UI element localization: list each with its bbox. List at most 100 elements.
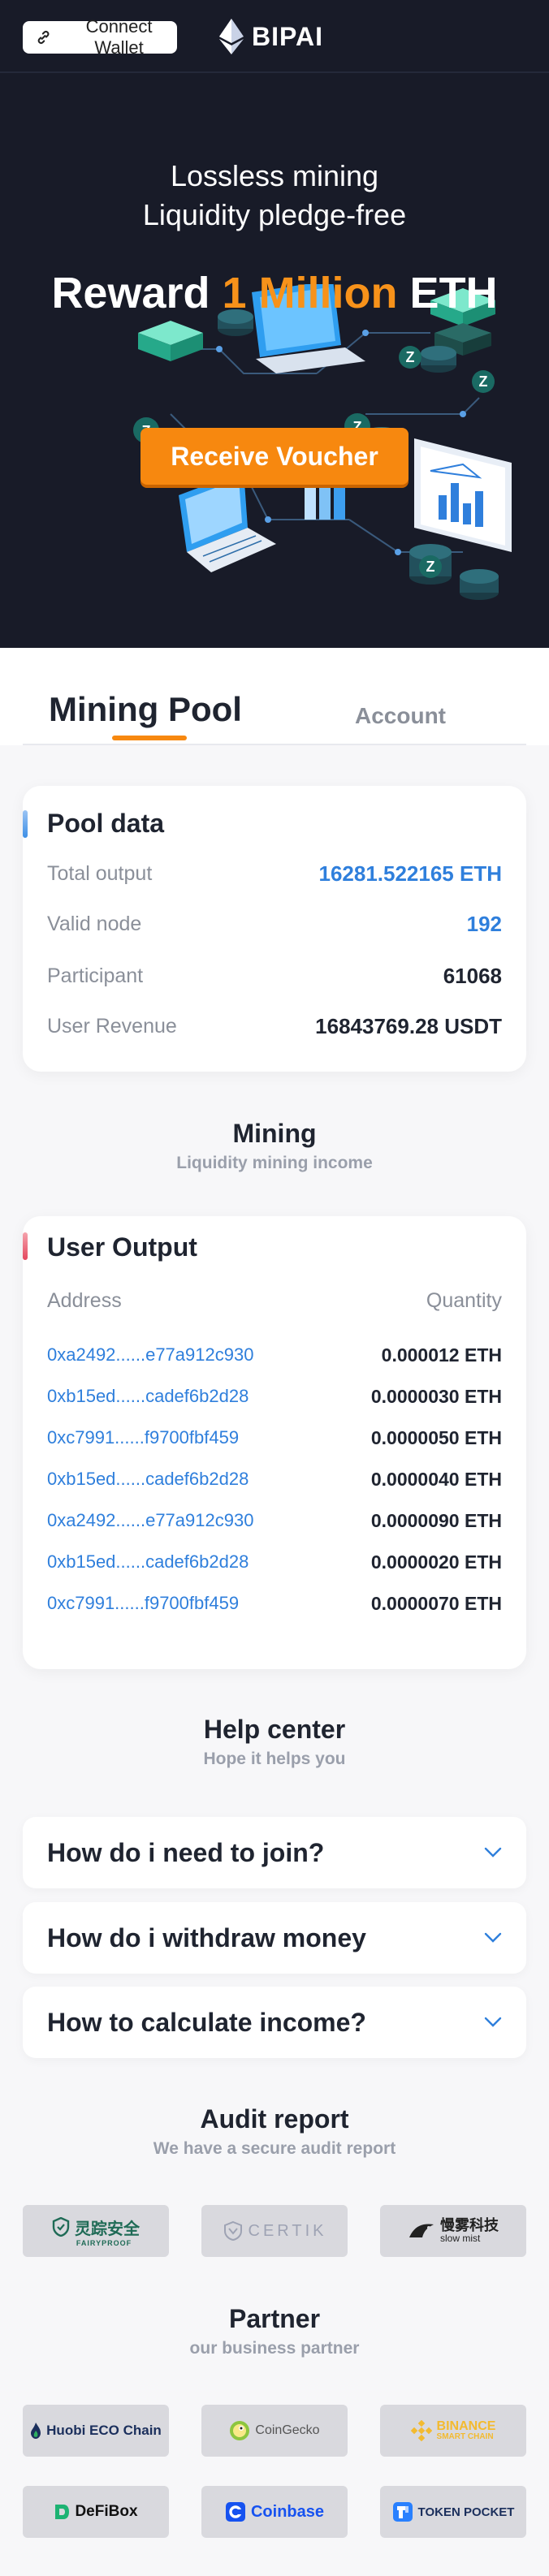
logo-subtext: FAIRYPROOF xyxy=(76,2238,132,2247)
output-row: 0xb15ed......cadef6b2d28 0.0000020 ETH xyxy=(47,1548,502,1576)
partner-logo-tokenpocket[interactable]: TOKEN POCKET xyxy=(380,2486,526,2538)
receive-voucher-button[interactable]: Receive Voucher xyxy=(140,428,409,485)
partner-subtitle: our business partner xyxy=(189,2339,360,2358)
output-quantity: 0.0000040 ETH xyxy=(370,1468,502,1490)
stat-row-user-revenue: User Revenue 16843769.28 USDT xyxy=(47,1010,502,1042)
audit-logo-fairyproof[interactable]: 灵踪安全 FAIRYPROOF xyxy=(23,2205,169,2257)
hero-title-post: ETH xyxy=(409,269,498,317)
tab-bar: Mining Pool Account xyxy=(0,648,549,745)
hero-title: Reward 1 Million ETH xyxy=(0,268,549,318)
connect-wallet-label: Connect Wallet xyxy=(85,16,153,58)
audit-logo-slowmist[interactable]: 慢雾科技 slow mist xyxy=(380,2205,526,2257)
column-header-address: Address xyxy=(47,1289,122,1312)
svg-text:Z: Z xyxy=(426,559,435,575)
coinbase-icon xyxy=(225,2502,245,2522)
stat-label: Participant xyxy=(47,964,144,987)
mining-title: Mining xyxy=(232,1119,317,1148)
pool-card-accent-bar xyxy=(23,810,28,838)
output-quantity: 0.000012 ETH xyxy=(381,1344,502,1366)
output-address[interactable]: 0xc7991......f9700fbf459 xyxy=(47,1427,239,1448)
hero-line-1: Lossless mining xyxy=(170,159,379,192)
slowmist-icon xyxy=(409,2224,434,2237)
audit-subtitle: We have a secure audit report xyxy=(153,2139,396,2158)
user-output-card: User Output Address Quantity 0xa2492....… xyxy=(23,1216,526,1669)
output-card-accent-bar xyxy=(23,1232,28,1260)
logo-text: CoinGecko xyxy=(255,2423,320,2437)
output-card-title: User Output xyxy=(47,1232,197,1262)
stat-label: User Revenue xyxy=(47,1014,177,1038)
output-row: 0xb15ed......cadef6b2d28 0.0000030 ETH xyxy=(47,1383,502,1410)
partner-logo-coinbase[interactable]: Coinbase xyxy=(201,2486,348,2538)
output-address[interactable]: 0xb15ed......cadef6b2d28 xyxy=(47,1551,249,1573)
logo-text: Coinbase xyxy=(250,2502,325,2521)
connect-wallet-button[interactable]: Connect Wallet xyxy=(23,16,177,58)
certik-shield-icon xyxy=(223,2220,242,2242)
output-address[interactable]: 0xa2492......e77a912c930 xyxy=(47,1344,253,1366)
logo-text: TOKEN POCKET xyxy=(417,2505,515,2519)
help-section-heading: Help center Hope it helps you xyxy=(0,1715,549,1769)
stat-value: 16281.522165 ETH xyxy=(318,861,502,886)
help-subtitle: Hope it helps you xyxy=(203,1750,346,1768)
logo-text: Huobi ECO Chain xyxy=(46,2423,162,2438)
svg-text:Z: Z xyxy=(479,373,488,390)
ethereum-icon xyxy=(219,19,244,54)
pool-card-title: Pool data xyxy=(47,809,165,838)
logo-text: BINANCE xyxy=(436,2419,496,2433)
audit-section-heading: Audit report We have a secure audit repo… xyxy=(0,2104,549,2159)
output-address[interactable]: 0xc7991......f9700fbf459 xyxy=(47,1593,239,1614)
defibox-icon xyxy=(55,2505,70,2519)
logo-text: DeFiBox xyxy=(75,2503,138,2520)
faq-question: How to calculate income? xyxy=(47,2007,366,2037)
partner-section-heading: Partner our business partner xyxy=(0,2304,549,2358)
chevron-down-icon xyxy=(484,2017,502,2027)
stat-value: 16843769.28 USDT xyxy=(315,1013,502,1038)
partner-logo-defibox[interactable]: DeFiBox xyxy=(23,2486,169,2538)
stat-value: 192 xyxy=(466,911,502,936)
tab-mining-pool[interactable]: Mining Pool xyxy=(49,690,242,729)
active-tab-indicator xyxy=(112,736,187,740)
output-address[interactable]: 0xb15ed......cadef6b2d28 xyxy=(47,1386,249,1407)
partner-logo-binance[interactable]: BINANCE SMART CHAIN xyxy=(380,2405,526,2457)
faq-item-income[interactable]: How to calculate income? xyxy=(23,1987,526,2058)
faq-item-withdraw[interactable]: How do i withdraw money xyxy=(23,1902,526,1974)
mining-subtitle: Liquidity mining income xyxy=(176,1154,373,1172)
stat-label: Total output xyxy=(47,861,153,885)
hero-line-2: Liquidity pledge-free xyxy=(142,198,407,231)
stat-row-total-output: Total output 16281.522165 ETH xyxy=(47,857,502,890)
stat-label: Valid node xyxy=(47,912,142,935)
stat-row-participant: Participant 61068 xyxy=(47,960,502,992)
brand[interactable]: BIPAI xyxy=(219,18,323,55)
partner-logo-coingecko[interactable]: CoinGecko xyxy=(201,2405,348,2457)
partner-title: Partner xyxy=(228,2304,321,2333)
output-quantity: 0.0000090 ETH xyxy=(370,1509,502,1531)
audit-title: Audit report xyxy=(200,2104,349,2134)
tabs-divider xyxy=(23,744,526,745)
output-row: 0xa2492......e77a912c930 0.000012 ETH xyxy=(47,1341,502,1369)
output-address[interactable]: 0xb15ed......cadef6b2d28 xyxy=(47,1469,249,1490)
output-address[interactable]: 0xa2492......e77a912c930 xyxy=(47,1510,253,1531)
binance-icon xyxy=(410,2420,432,2441)
logo-text: CERTIK xyxy=(248,2221,327,2240)
logo-subtext: SMART CHAIN xyxy=(436,2432,494,2441)
help-title: Help center xyxy=(203,1715,346,1744)
stat-value: 61068 xyxy=(443,963,502,988)
svg-text:Z: Z xyxy=(406,349,415,365)
output-row: 0xb15ed......cadef6b2d28 0.0000040 ETH xyxy=(47,1465,502,1493)
mining-section-heading: Mining Liquidity mining income xyxy=(0,1119,549,1173)
chevron-down-icon xyxy=(484,1847,502,1858)
faq-item-join[interactable]: How do i need to join? xyxy=(23,1817,526,1888)
audit-logo-certik[interactable]: CERTIK xyxy=(201,2205,348,2257)
output-quantity: 0.0000070 ETH xyxy=(370,1592,502,1614)
gecko-icon xyxy=(230,2421,250,2440)
output-quantity: 0.0000030 ETH xyxy=(370,1385,502,1407)
stat-row-valid-node: Valid node 192 xyxy=(47,908,502,940)
partner-logo-huobi[interactable]: Huobi ECO Chain xyxy=(23,2405,169,2457)
top-bar: Connect Wallet BIPAI xyxy=(0,0,549,73)
hero-title-accent: 1 Million xyxy=(222,269,398,317)
output-quantity: 0.0000020 ETH xyxy=(370,1551,502,1573)
tab-account[interactable]: Account xyxy=(355,703,446,729)
output-row: 0xa2492......e77a912c930 0.0000090 ETH xyxy=(47,1507,502,1534)
column-header-quantity: Quantity xyxy=(426,1289,502,1312)
chevron-down-icon xyxy=(484,1932,502,1943)
logo-text: 灵踪安全 xyxy=(75,2220,140,2238)
